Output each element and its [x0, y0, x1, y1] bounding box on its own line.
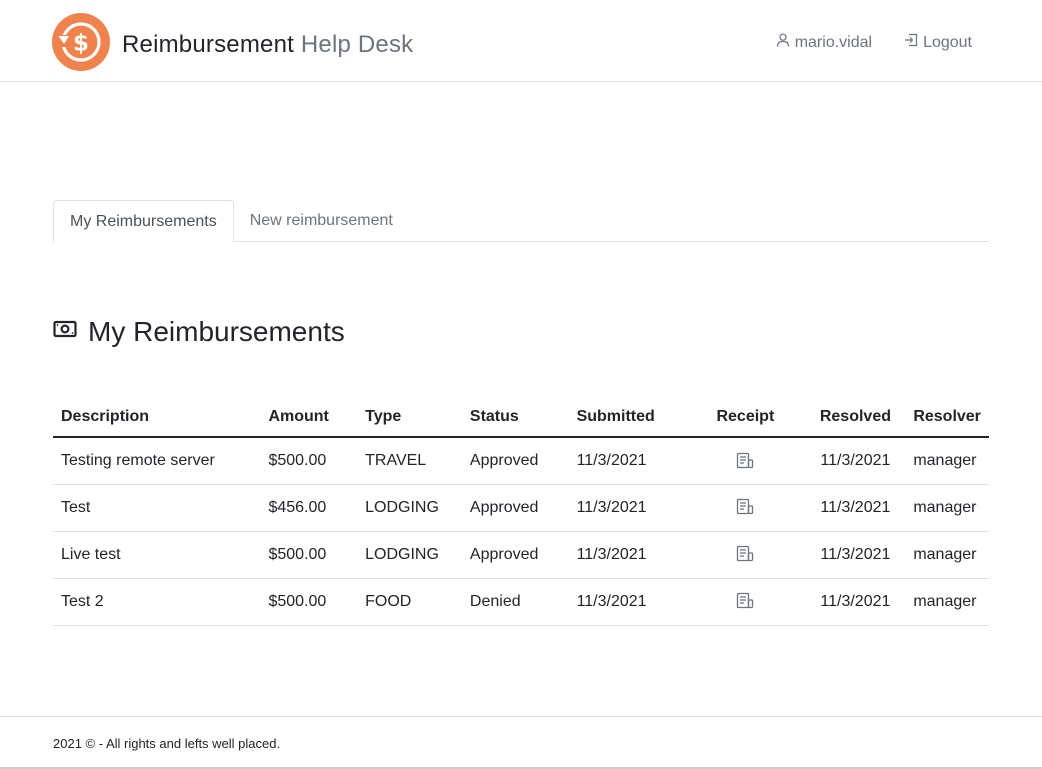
table-body: Testing remote server $500.00 TRAVEL App… — [53, 437, 989, 626]
cell-type: FOOD — [357, 578, 462, 626]
cell-type: LODGING — [357, 531, 462, 579]
footer: 2021 © - All rights and lefts well place… — [0, 716, 1042, 769]
cell-description: Test — [53, 484, 261, 532]
logout-link[interactable]: Logout — [904, 33, 972, 52]
table-row: Testing remote server $500.00 TRAVEL App… — [53, 437, 989, 485]
tab-my-reimbursements[interactable]: My Reimbursements — [53, 200, 234, 243]
column-header-status: Status — [461, 398, 569, 438]
column-header-receipt: Receipt — [685, 398, 806, 438]
cell-status: Approved — [461, 531, 569, 579]
cell-submitted: 11/3/2021 — [568, 531, 686, 579]
top-navbar: $ Reimbursement Help Desk mario.vidal Lo… — [0, 0, 1042, 82]
column-header-amount: Amount — [260, 398, 358, 438]
cell-resolved: 11/3/2021 — [805, 578, 906, 626]
cash-icon — [53, 316, 88, 348]
cell-resolved: 11/3/2021 — [805, 484, 906, 532]
profile-link[interactable]: mario.vidal — [776, 33, 872, 52]
cell-receipt — [685, 484, 806, 532]
table-row: Test $456.00 LODGING Approved 11/3/2021 … — [53, 484, 989, 532]
receipt-icon[interactable] — [736, 452, 754, 469]
logout-icon — [904, 33, 923, 52]
page-title: My Reimbursements — [53, 316, 345, 348]
logout-label: Logout — [923, 33, 972, 51]
cell-resolver: manager — [905, 484, 989, 532]
cell-description: Testing remote server — [53, 437, 261, 485]
receipt-icon[interactable] — [736, 593, 754, 610]
tab-new-reimbursement[interactable]: New reimbursement — [234, 200, 409, 242]
brand-secondary: Help Desk — [300, 30, 414, 58]
cell-receipt — [685, 531, 806, 579]
table-row: Test 2 $500.00 FOOD Denied 11/3/2021 11/… — [53, 578, 989, 626]
cell-resolver: manager — [905, 578, 989, 626]
cell-description: Test 2 — [53, 578, 261, 626]
reimbursements-table: Description Amount Type Status Submitted… — [53, 398, 989, 626]
cell-description: Live test — [53, 531, 261, 579]
column-header-description: Description — [53, 398, 261, 438]
table-header: Description Amount Type Status Submitted… — [53, 398, 989, 438]
cell-submitted: 11/3/2021 — [568, 578, 686, 626]
table-row: Live test $500.00 LODGING Approved 11/3/… — [53, 531, 989, 579]
dollar-refresh-logo-icon: $ — [52, 13, 110, 76]
cell-resolved: 11/3/2021 — [805, 437, 906, 485]
cell-type: TRAVEL — [357, 437, 462, 485]
user-icon — [776, 33, 795, 52]
cell-amount: $500.00 — [260, 437, 358, 485]
cell-status: Approved — [461, 437, 569, 485]
cell-amount: $500.00 — [260, 578, 358, 626]
cell-type: LODGING — [357, 484, 462, 532]
column-header-resolved: Resolved — [805, 398, 906, 438]
column-header-resolver: Resolver — [905, 398, 989, 438]
cell-submitted: 11/3/2021 — [568, 484, 686, 532]
username-label: mario.vidal — [794, 33, 873, 51]
brand-primary: Reimbursement — [122, 30, 294, 58]
table-header-row: Description Amount Type Status Submitted… — [53, 398, 989, 438]
receipt-icon[interactable] — [736, 546, 754, 563]
cell-resolver: manager — [905, 437, 989, 485]
cell-amount: $500.00 — [260, 531, 358, 579]
column-header-type: Type — [357, 398, 462, 438]
page-title-text: My Reimbursements — [88, 316, 345, 347]
reimbursement-tabs: My Reimbursements New reimbursement — [53, 200, 989, 243]
cell-status: Approved — [461, 484, 569, 532]
cell-resolver: manager — [905, 531, 989, 579]
cell-resolved: 11/3/2021 — [805, 531, 906, 579]
cell-submitted: 11/3/2021 — [568, 437, 686, 485]
receipt-icon[interactable] — [736, 499, 754, 516]
column-header-submitted: Submitted — [568, 398, 686, 438]
svg-text:$: $ — [73, 31, 89, 57]
cell-status: Denied — [461, 578, 569, 626]
cell-receipt — [685, 437, 806, 485]
brand-title: Reimbursement Help Desk — [122, 31, 413, 59]
footer-text: 2021 © - All rights and lefts well place… — [53, 736, 281, 751]
brand-link[interactable]: $ Reimbursement Help Desk — [52, 13, 413, 76]
user-nav: mario.vidal Logout — [776, 33, 972, 52]
cell-amount: $456.00 — [260, 484, 358, 532]
cell-receipt — [685, 578, 806, 626]
